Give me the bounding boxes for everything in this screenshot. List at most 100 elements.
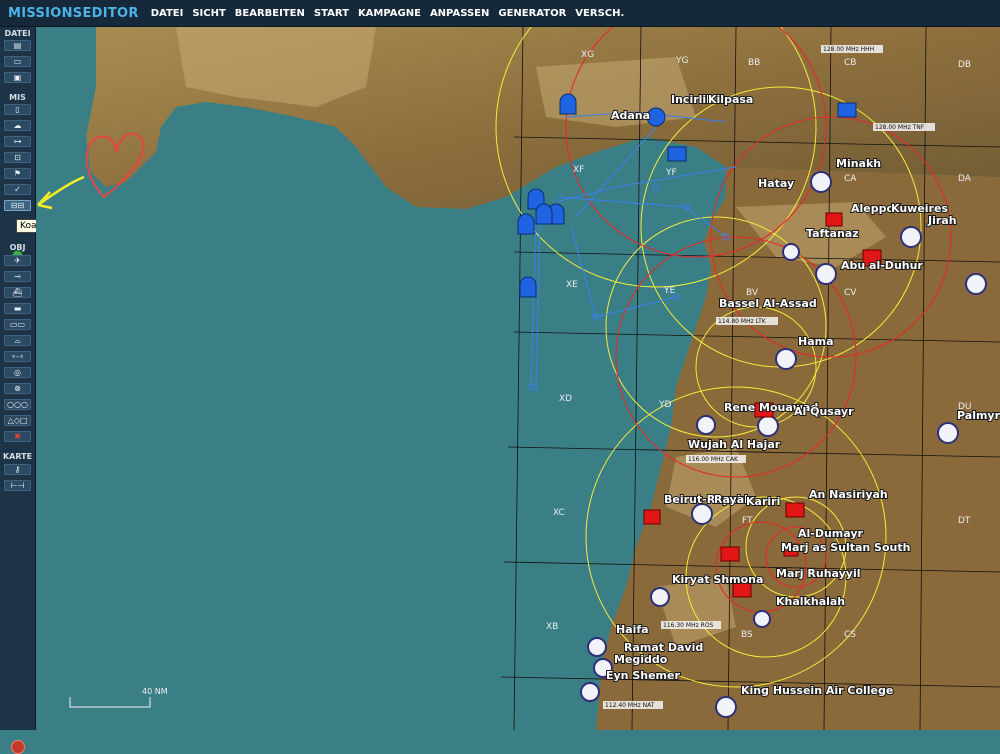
new-file-icon: ▤ <box>13 40 22 50</box>
add-template-button[interactable]: ⌓ <box>4 335 31 346</box>
grid-label: BS <box>741 630 753 640</box>
map-key-button[interactable]: ⚷ <box>4 464 31 475</box>
open-mission-button[interactable]: ▭ <box>4 56 31 67</box>
ruler-icon: ⊢⊣ <box>10 480 25 490</box>
route-icon: ⊶ <box>13 136 22 146</box>
airbase-label-abu-al-duhur: Abu al-Duhur <box>841 259 923 272</box>
zones-button[interactable]: ⊡ <box>4 152 31 163</box>
airbase-label-aleppo: Aleppo <box>851 202 894 215</box>
add-static-button[interactable]: ▭▭ <box>4 319 31 330</box>
static-object-icon: ▭▭ <box>9 319 26 329</box>
airbase-label-marj-ruhayyil: Marj Ruhayyil <box>776 567 861 580</box>
airbase-label-eyn-shemer: Eyn Shemer <box>606 669 680 682</box>
grid-label: XD <box>559 394 572 404</box>
grid-label: YG <box>675 56 688 66</box>
add-ship-button[interactable]: ⛴ <box>4 287 31 298</box>
ship-icon: ⛴ <box>12 287 23 297</box>
app-title: MISSIONSEDITOR <box>8 5 139 21</box>
add-helicopter-button[interactable]: ⊸ <box>4 271 31 282</box>
airbase-label-minakh: Minakh <box>836 157 881 170</box>
grid-label: XF <box>573 165 584 175</box>
triggers-button[interactable]: ⊶ <box>4 136 31 147</box>
grid-label: XE <box>566 280 578 290</box>
airbase-label-taftanaz: Taftanaz <box>806 227 859 240</box>
airbase-label-marj-as-sultan-south: Marj as Sultan South <box>781 541 910 554</box>
menu-datei[interactable]: DATEI <box>151 8 184 19</box>
grid-label: CA <box>844 174 857 184</box>
airbase-label-haifa: Haifa <box>616 623 649 636</box>
key-icon: ⚷ <box>14 464 21 474</box>
menu-anpassen[interactable]: ANPASSEN <box>430 8 489 19</box>
add-group-button[interactable]: ○○○ <box>4 399 31 410</box>
navpoint-icon: ⊗ <box>14 383 21 393</box>
save-icon: ▣ <box>13 72 22 82</box>
folder-icon: ▭ <box>13 56 22 66</box>
menu-kampagne[interactable]: KAMPAGNE <box>358 8 421 19</box>
close-icon: ✖ <box>14 431 21 441</box>
save-mission-button[interactable]: ▣ <box>4 72 31 83</box>
tank-icon: ▬ <box>13 303 22 313</box>
grid-label: BV <box>746 288 759 298</box>
route-line-icon: ∘-∘ <box>11 351 24 361</box>
airbase-label-wujah-al-hajar: Wujah Al Hajar <box>688 438 781 451</box>
airbase-label-kilpasa: Kilpasa <box>708 93 753 106</box>
airbase-label-megiddo: Megiddo <box>614 653 668 666</box>
grid-label: XC <box>553 508 565 518</box>
blue-unit-marker <box>535 203 553 225</box>
top-menu-bar: MISSIONSEDITOR DATEI SICHT BEARBEITEN ST… <box>0 0 1000 27</box>
weather-button[interactable]: ☁ <box>4 120 31 131</box>
airbase-label-bassel-al-assad: Bassel Al-Assad <box>719 297 817 310</box>
add-zone-button[interactable]: ◎ <box>4 367 31 378</box>
frequency-label: 128.00 MHz TNF <box>875 124 925 131</box>
coalitions-button[interactable]: ⊟⊟ <box>4 200 31 211</box>
add-shapes-button[interactable]: △◇□ <box>4 415 31 426</box>
blue-building <box>837 102 857 118</box>
grid-label: FT <box>742 516 753 526</box>
airbase-label-jirah: Jirah <box>927 214 957 227</box>
map-canvas[interactable]: Incirlik Adana Kilpasa Hatay Minakh Alep… <box>36 27 1000 730</box>
section-label-mis: MIS <box>9 93 26 102</box>
grid-label: CS <box>844 630 856 640</box>
menu-versch[interactable]: VERSCH. <box>575 8 624 19</box>
menu-generator[interactable]: GENERATOR <box>498 8 566 19</box>
helicopter-icon: ⊸ <box>14 271 21 281</box>
airbase-label-hama: Hama <box>798 335 834 348</box>
zone-icon: ◎ <box>14 367 21 377</box>
grid-label: CV <box>844 288 857 298</box>
add-vehicle-button[interactable]: ▬ <box>4 303 31 314</box>
grid-label: DT <box>958 516 971 526</box>
menu-start[interactable]: START <box>314 8 349 19</box>
frequency-label: 128.00 MHz HHH <box>823 46 874 53</box>
airbase-label-adana: Adana <box>611 109 650 122</box>
add-route-button[interactable]: ∘-∘ <box>4 351 31 362</box>
menu-sicht[interactable]: SICHT <box>192 8 225 19</box>
blue-unit-marker <box>517 213 535 235</box>
exit-icon[interactable] <box>11 740 25 754</box>
grid-label: DU <box>958 402 972 412</box>
coalitions-icon: ⊟⊟ <box>10 200 25 210</box>
check-button[interactable]: ✓ <box>4 184 31 195</box>
map-view[interactable]: Incirlik Adana Kilpasa Hatay Minakh Alep… <box>36 27 1000 730</box>
new-mission-button[interactable]: ▤ <box>4 40 31 51</box>
frequency-label: 116.00 MHz CAK <box>688 456 739 463</box>
briefing-button[interactable]: ▯ <box>4 104 31 115</box>
airbase-label-khalkhalah: Khalkhalah <box>776 595 845 608</box>
menu-bearbeiten[interactable]: BEARBEITEN <box>235 8 305 19</box>
scale-label: 40 NM <box>142 687 168 696</box>
airbase-label-kariri: Kariri <box>746 495 780 508</box>
add-plane-button[interactable]: ✈ <box>4 255 31 266</box>
airbase-label-al-dumayr: Al-Dumayr <box>798 527 864 540</box>
grid-label: YE <box>663 286 675 296</box>
add-navpoint-button[interactable]: ⊗ <box>4 383 31 394</box>
blue-unit-marker <box>559 93 577 115</box>
blue-unit-marker <box>519 276 537 298</box>
section-label-obj: OBJ <box>9 243 26 252</box>
grid-label: DB <box>958 60 971 70</box>
grid-label: YF <box>665 168 677 178</box>
goals-button[interactable]: ⚑ <box>4 168 31 179</box>
measure-button[interactable]: ⊢⊣ <box>4 480 31 491</box>
grid-label: YD <box>658 400 671 410</box>
airbase-label-hatay: Hatay <box>758 177 794 190</box>
plane-icon: ✈ <box>14 255 21 265</box>
delete-button[interactable]: ✖ <box>4 431 31 442</box>
